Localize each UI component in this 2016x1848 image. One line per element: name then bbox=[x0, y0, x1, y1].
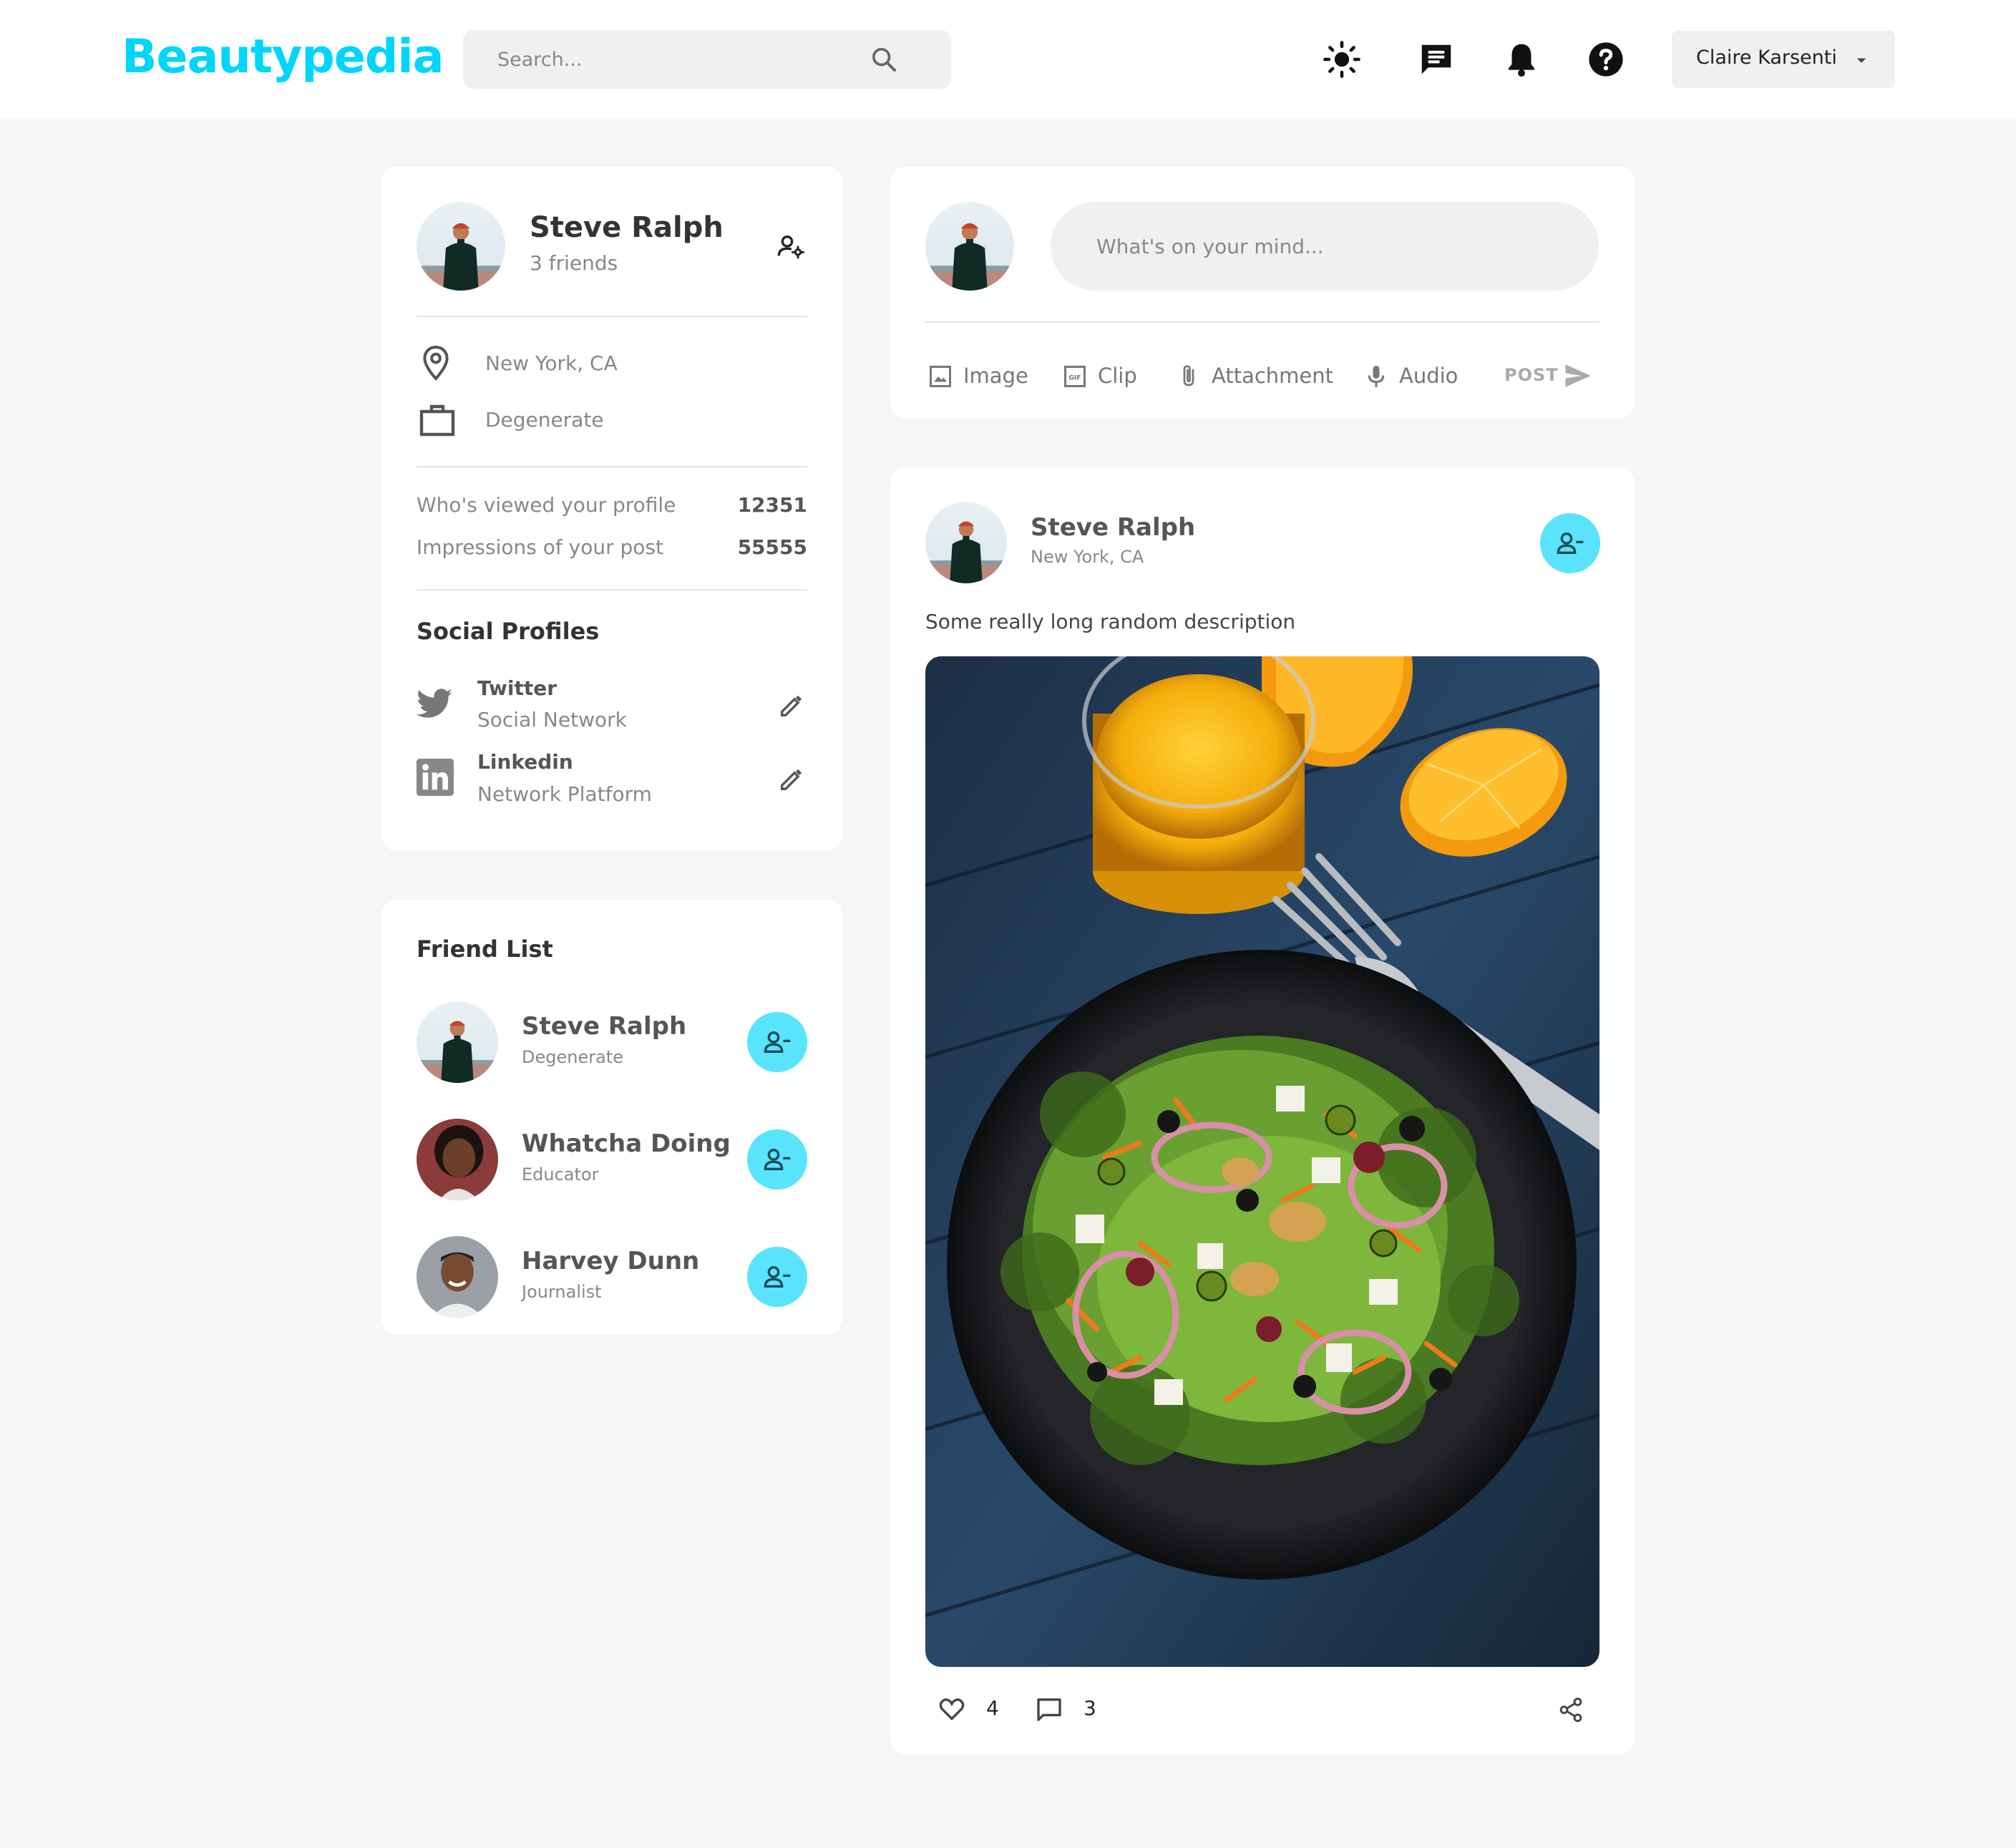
linkedin-icon bbox=[417, 759, 454, 796]
tool-label: Audio bbox=[1399, 364, 1459, 388]
profile-name[interactable]: Steve Ralph bbox=[530, 211, 724, 244]
twitter-icon bbox=[417, 688, 454, 721]
search-icon[interactable] bbox=[870, 45, 898, 74]
avatar[interactable] bbox=[417, 1119, 498, 1200]
post-location: New York, CA bbox=[1031, 547, 1144, 567]
top-navbar: Beautypedia Claire Karsenti bbox=[0, 0, 2016, 118]
remove-friend-button[interactable] bbox=[747, 1247, 807, 1307]
divider bbox=[925, 321, 1599, 323]
friends-count: 3 friends bbox=[530, 251, 618, 275]
person-remove-icon bbox=[764, 1149, 791, 1170]
audio-button[interactable]: Audio bbox=[1363, 359, 1471, 392]
profile-location: New York, CA bbox=[485, 351, 618, 375]
image-icon bbox=[930, 366, 951, 387]
friend-occupation: Journalist bbox=[522, 1282, 602, 1302]
friend-name[interactable]: Steve Ralph bbox=[522, 1012, 686, 1041]
avatar[interactable] bbox=[925, 502, 1007, 583]
image-button[interactable]: Image bbox=[927, 359, 1028, 392]
avatar[interactable] bbox=[417, 1001, 498, 1083]
tool-label: Attachment bbox=[1212, 364, 1334, 388]
share-icon[interactable] bbox=[1557, 1696, 1584, 1723]
comment-icon[interactable] bbox=[1035, 1695, 1063, 1723]
user-name: Claire Karsenti bbox=[1696, 47, 1837, 69]
social-type: Network Platform bbox=[477, 782, 652, 806]
friend-name[interactable]: Harvey Dunn bbox=[522, 1247, 699, 1275]
light-mode-icon[interactable] bbox=[1323, 40, 1361, 79]
post-description: Some really long random description bbox=[925, 610, 1296, 633]
post-button[interactable]: POST bbox=[1504, 358, 1597, 394]
divider bbox=[417, 589, 807, 590]
social-type: Social Network bbox=[477, 708, 627, 731]
avatar[interactable] bbox=[417, 202, 505, 291]
tool-label: Clip bbox=[1098, 364, 1137, 388]
like-count: 4 bbox=[986, 1696, 999, 1720]
post-composer[interactable] bbox=[1051, 202, 1599, 291]
friend-list-heading: Friend List bbox=[417, 935, 553, 963]
remove-friend-button[interactable] bbox=[747, 1129, 807, 1190]
person-remove-icon bbox=[764, 1266, 791, 1288]
person-remove-icon bbox=[764, 1031, 791, 1053]
profile-occupation: Degenerate bbox=[485, 408, 604, 432]
remove-friend-button[interactable] bbox=[747, 1012, 807, 1072]
chevron-down-icon bbox=[1851, 49, 1872, 71]
stat-value: 55555 bbox=[737, 535, 807, 559]
app-logo[interactable]: Beautypedia bbox=[122, 30, 444, 84]
social-name: Linkedin bbox=[477, 750, 573, 774]
clip-button[interactable]: GIF Clip bbox=[1062, 359, 1141, 392]
manage-account-icon[interactable] bbox=[776, 232, 805, 261]
user-dropdown[interactable]: Claire Karsenti bbox=[1672, 31, 1895, 88]
stat-label: Who's viewed your profile bbox=[417, 493, 676, 517]
post-image[interactable] bbox=[925, 656, 1599, 1667]
stat-value: 12351 bbox=[737, 493, 807, 517]
social-name: Twitter bbox=[477, 676, 557, 700]
help-icon[interactable] bbox=[1587, 40, 1625, 79]
edit-icon[interactable] bbox=[777, 765, 806, 794]
attachment-icon bbox=[1183, 365, 1194, 386]
remove-friend-button[interactable] bbox=[1540, 513, 1600, 573]
social-profiles-heading: Social Profiles bbox=[417, 618, 600, 645]
friend-occupation: Degenerate bbox=[522, 1047, 623, 1067]
search-input[interactable] bbox=[497, 30, 870, 89]
divider bbox=[417, 316, 807, 317]
gif-icon: GIF bbox=[1064, 366, 1086, 387]
friend-name[interactable]: Whatcha Doing bbox=[522, 1129, 731, 1158]
like-icon[interactable] bbox=[938, 1695, 966, 1723]
comment-count: 3 bbox=[1084, 1696, 1096, 1720]
post-label: POST bbox=[1504, 365, 1559, 385]
post-input[interactable] bbox=[1096, 202, 1569, 291]
location-icon bbox=[420, 344, 452, 381]
message-icon[interactable] bbox=[1417, 40, 1456, 79]
attachment-button[interactable]: Attachment bbox=[1176, 359, 1333, 392]
friend-occupation: Educator bbox=[522, 1164, 599, 1185]
avatar[interactable] bbox=[417, 1236, 498, 1318]
post-author[interactable]: Steve Ralph bbox=[1031, 513, 1195, 542]
edit-icon[interactable] bbox=[777, 691, 806, 720]
divider bbox=[417, 466, 807, 467]
notification-icon[interactable] bbox=[1502, 40, 1541, 79]
send-icon bbox=[1565, 364, 1591, 387]
avatar[interactable] bbox=[925, 202, 1014, 291]
friend-list-card: Friend List Steve Ralph Degenerate Whatc… bbox=[381, 900, 842, 1335]
microphone-icon bbox=[1368, 366, 1385, 387]
profile-card: Steve Ralph 3 friends New York, CA Degen… bbox=[381, 167, 842, 851]
stat-label: Impressions of your post bbox=[417, 535, 663, 559]
search-bar[interactable] bbox=[463, 30, 951, 89]
person-remove-icon bbox=[1557, 532, 1584, 554]
briefcase-icon bbox=[419, 403, 456, 437]
tool-label: Image bbox=[963, 364, 1028, 388]
svg-text:GIF: GIF bbox=[1069, 375, 1081, 382]
